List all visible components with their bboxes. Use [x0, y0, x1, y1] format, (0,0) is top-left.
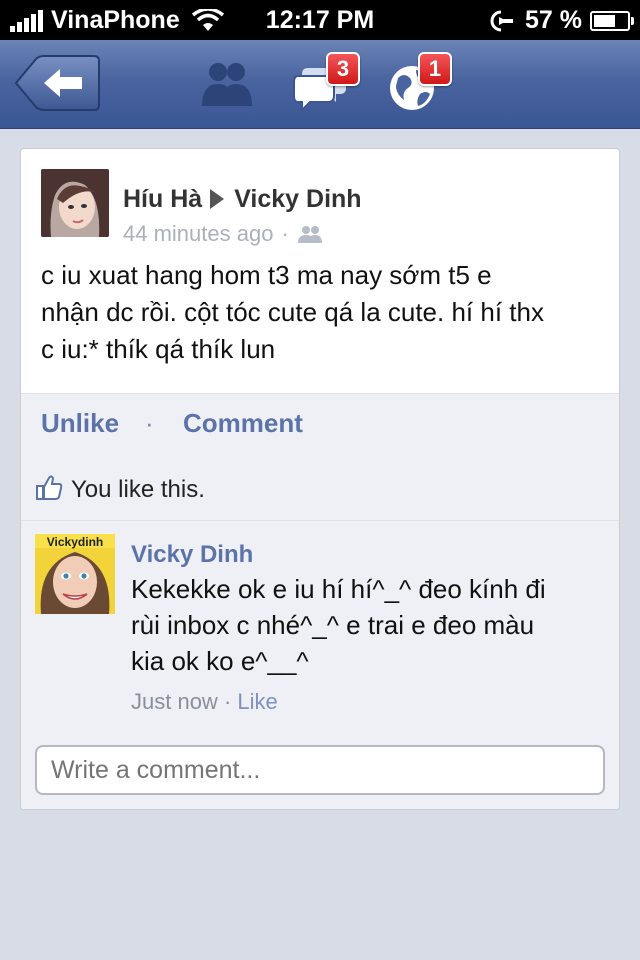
unlike-button[interactable]: Unlike [41, 408, 119, 439]
comments-section: Vickydinh Vicky Dinh Kekekke ok e iu hí … [21, 521, 619, 809]
post-text-line: c iu:* thík qá thík lun [41, 334, 276, 364]
notifications-badge: 1 [418, 52, 452, 86]
comment-button[interactable]: Comment [183, 408, 303, 439]
comment-meta: Just now · Like [131, 689, 278, 715]
post-target-name[interactable]: Vicky Dinh [234, 185, 361, 213]
notifications-button[interactable]: 1 [386, 52, 452, 114]
story-card: Híu Hà Vicky Dinh 44 minutes ago · c iu x… [20, 148, 620, 810]
comment-text-line: kia ok ko e^__^ [131, 646, 309, 676]
post-text-line: c iu xuat hang hom t3 ma nay sớm t5 e [41, 260, 492, 290]
comment-timestamp: Just now [131, 689, 218, 714]
post-author-line: Híu Hà Vicky Dinh [123, 185, 362, 214]
commenter-avatar[interactable]: Vickydinh [35, 534, 115, 614]
likes-text: You like this. [71, 476, 205, 503]
back-arrow-icon[interactable] [14, 55, 100, 111]
likes-summary[interactable]: You like this. [21, 458, 619, 521]
thumbs-up-icon [36, 475, 63, 500]
status-bar: VinaPhone 12:17 PM 57 % [0, 0, 640, 40]
comment-like-button[interactable]: Like [237, 689, 277, 714]
post-text-line: nhận dc rồi. cột tóc cute qá la cute. hí… [41, 297, 544, 327]
status-right: 57 % [489, 6, 634, 35]
comment-meta-separator: · [217, 689, 238, 714]
post-meta: 44 minutes ago · [123, 221, 323, 247]
comment-text-line: rùi inbox c nhé^_^ e trai e đeo màu [131, 610, 535, 640]
comment-author[interactable]: Vicky Dinh [131, 541, 253, 569]
comment-text-line: Kekekke ok e iu hí hí^_^ đeo kính đi [131, 574, 546, 604]
comment-body: Kekekke ok e iu hí hí^_^ đeo kính đi rùi… [131, 571, 601, 679]
battery-icon [590, 10, 634, 31]
post-timestamp[interactable]: 44 minutes ago [123, 221, 273, 247]
author-avatar[interactable] [41, 169, 109, 237]
post-actions-bar: Unlike · Comment [21, 393, 619, 459]
post-author-name[interactable]: Híu Hà [123, 185, 202, 213]
actions-separator: · [145, 408, 154, 438]
to-arrow-icon [210, 189, 225, 209]
friends-icon [297, 226, 322, 243]
messages-button[interactable]: 3 [292, 52, 360, 114]
post-body: c iu xuat hang hom t3 ma nay sớm t5 e nh… [41, 257, 601, 368]
nav-bar: 3 1 [0, 40, 640, 129]
friend-requests-icon[interactable] [196, 54, 256, 114]
messages-badge: 3 [326, 52, 360, 86]
battery-percent: 57 % [525, 6, 582, 34]
rotation-lock-icon [490, 10, 514, 31]
post-meta-separator: · [281, 221, 289, 246]
write-comment-input[interactable] [35, 745, 605, 795]
avatar-banner-text: Vickydinh [47, 535, 103, 549]
